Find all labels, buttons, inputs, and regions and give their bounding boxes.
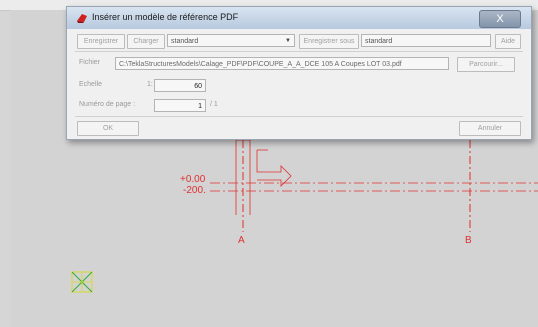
ok-button[interactable]: OK [77,121,139,136]
close-button[interactable]: X [479,10,521,28]
tekla-app-icon [77,14,87,23]
page-number-label: Numéro de page : [79,101,136,108]
elevation-bottom-label: -200. [183,185,206,196]
scale-ratio-prefix: 1: [147,81,153,88]
preset-dropdown[interactable]: standard ▼ [167,34,295,47]
help-button[interactable]: Aide [495,34,521,49]
dialog-body: Enregistrer Charger standard ▼ Enregistr… [67,29,531,139]
elevation-top-label: +0.00 [180,174,206,185]
dialog-title: Insérer un modèle de référence PDF [92,12,239,22]
save-as-button[interactable]: Enregistrer sous [299,34,359,49]
close-icon: X [496,13,504,25]
axis-label-b: B [465,235,472,246]
chevron-down-icon: ▼ [285,38,291,44]
file-path-field[interactable]: C:\TeklaStructuresModels\Calage_PDF\PDF\… [115,57,449,70]
browse-button[interactable]: Parcourir... [457,57,515,72]
scale-label: Echelle [79,81,102,88]
preset-value: standard [171,38,199,45]
file-label: Fichier [79,59,101,66]
scale-input[interactable]: 60 [154,79,206,92]
page-number-input[interactable]: 1 [154,99,206,112]
origin-marker-icon [71,271,93,293]
load-button[interactable]: Charger [127,34,165,49]
axis-label-a: A [238,235,245,246]
footer-separator [75,116,523,117]
page-total: / 1 [210,101,218,108]
cancel-button[interactable]: Annuler [459,121,521,136]
save-as-name-input[interactable]: standard [361,34,491,47]
toolbar-separator [75,51,523,52]
dialog-titlebar[interactable]: Insérer un modèle de référence PDF X [67,7,531,29]
level-arrow [256,150,292,187]
save-button[interactable]: Enregistrer [77,34,125,49]
insert-pdf-reference-dialog: Insérer un modèle de référence PDF X Enr… [66,6,532,140]
